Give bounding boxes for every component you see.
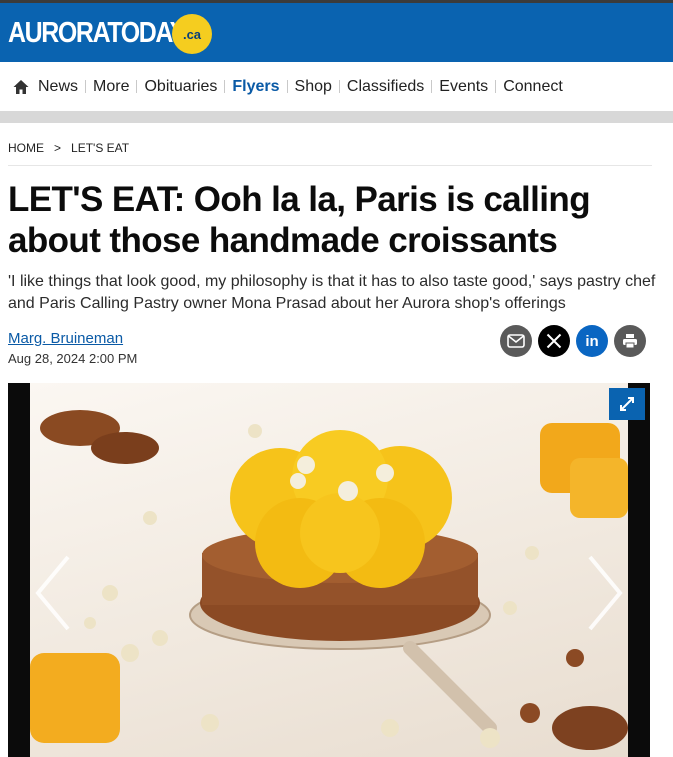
chevron-left-icon: [35, 555, 70, 631]
nav-divider: [224, 80, 226, 93]
nav-divider: [338, 80, 340, 93]
article-subhead: 'I like things that look good, my philos…: [8, 273, 656, 312]
share-buttons: in: [500, 325, 646, 357]
site-logo[interactable]: AURORATODAY: [8, 17, 186, 50]
breadcrumb-separator: >: [54, 141, 62, 155]
share-linkedin-button[interactable]: in: [576, 325, 608, 357]
article-content: HOME > LET'S EAT LET'S EAT: Ooh la la, P…: [0, 141, 673, 380]
nav-item-news[interactable]: News: [38, 78, 78, 96]
nav-item-events[interactable]: Events: [439, 78, 488, 96]
chevron-right-icon: [588, 555, 623, 631]
nav-divider: [136, 80, 138, 93]
nav-divider: [85, 80, 87, 93]
article-photo-gallery[interactable]: [8, 383, 650, 757]
divider: [8, 165, 652, 166]
logo-badge[interactable]: .ca: [172, 14, 212, 54]
publish-date: Aug 28, 2024 2:00 PM: [8, 351, 138, 366]
nav-divider: [495, 80, 497, 93]
nav-item-more[interactable]: More: [93, 78, 129, 96]
linkedin-icon: in: [585, 332, 599, 350]
gallery-next-button[interactable]: [586, 553, 626, 633]
gallery-prev-button[interactable]: [32, 553, 72, 633]
expand-icon: [620, 397, 634, 411]
expand-photo-button[interactable]: [609, 388, 645, 420]
nav-item-flyers[interactable]: Flyers: [232, 78, 279, 96]
article-headline: LET'S EAT: Ooh la la, Paris is calling a…: [8, 180, 591, 260]
breadcrumb-section[interactable]: LET'S EAT: [71, 141, 129, 155]
site-header: AURORATODAY .ca: [0, 3, 673, 62]
nav-item-connect[interactable]: Connect: [503, 78, 563, 96]
byline: Marg. Bruineman Aug 28, 2024 2:00 PM in: [8, 325, 665, 380]
nav-item-classifieds[interactable]: Classifieds: [347, 78, 424, 96]
main-nav: News More Obituaries Flyers Shop Classif…: [0, 62, 673, 111]
x-icon: [546, 333, 562, 349]
share-x-button[interactable]: [538, 325, 570, 357]
pastry-photo: [30, 383, 628, 757]
nav-item-shop[interactable]: Shop: [295, 78, 332, 96]
home-icon[interactable]: [12, 78, 30, 96]
print-button[interactable]: [614, 325, 646, 357]
breadcrumb-home[interactable]: HOME: [8, 141, 44, 155]
author-link[interactable]: Marg. Bruineman: [8, 330, 123, 347]
nav-divider: [286, 80, 288, 93]
share-email-button[interactable]: [500, 325, 532, 357]
nav-divider: [431, 80, 433, 93]
print-icon: [623, 334, 637, 349]
nav-item-obituaries[interactable]: Obituaries: [144, 78, 217, 96]
breadcrumb: HOME > LET'S EAT: [8, 141, 665, 155]
nav-shadow-bar: [0, 111, 673, 123]
email-icon: [507, 334, 525, 348]
